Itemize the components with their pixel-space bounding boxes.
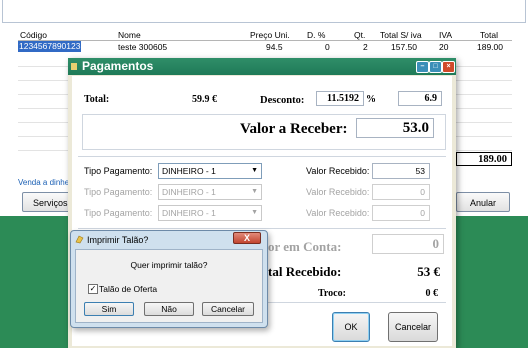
close-icon[interactable]: X xyxy=(233,232,261,244)
valor-recebido-field-2[interactable]: 0 xyxy=(372,184,430,200)
col-preco[interactable]: Preço Uni. xyxy=(250,30,290,40)
nao-button[interactable]: Não xyxy=(144,302,194,316)
talao-oferta-checkbox[interactable]: ✓ xyxy=(88,284,98,294)
troco-value: 0 € xyxy=(425,288,439,299)
troco-label: Troco: xyxy=(318,288,346,299)
sim-button[interactable]: Sim xyxy=(84,302,134,316)
cancelar-button[interactable]: Cancelar xyxy=(388,312,438,342)
anular-button[interactable]: Anular xyxy=(456,192,510,212)
imprimir-body: Quer imprimir talão? ✓ Talão de Oferta S… xyxy=(75,249,263,323)
percent-sign: % xyxy=(366,94,376,105)
app-icon xyxy=(71,63,77,70)
tipo-pagamento-select-1[interactable]: DINHEIRO - 1 ▼ xyxy=(158,163,262,179)
imprimir-talao-dialog: Imprimir Talão? X Quer imprimir talão? ✓… xyxy=(70,230,268,328)
cell-codigo[interactable]: 1234567890123 xyxy=(18,41,82,52)
total-value: 59.9 € xyxy=(192,94,217,105)
talao-oferta-label[interactable]: Talão de Oferta xyxy=(99,284,157,294)
cell-qt[interactable]: 2 xyxy=(363,42,368,52)
total-label: Total: xyxy=(84,94,110,105)
ok-button[interactable]: OK xyxy=(332,312,370,342)
col-desconto[interactable]: D. % xyxy=(307,30,325,40)
cell-preco[interactable]: 94.5 xyxy=(266,42,283,52)
cell-total-s-iva[interactable]: 157.50 xyxy=(391,42,417,52)
valor-conta-label: or em Conta: xyxy=(268,239,342,254)
col-total-s-iva[interactable]: Total S/ iva xyxy=(380,30,422,40)
total-recebido-label: tal Recebido: xyxy=(268,264,342,279)
grid-header: Código Nome Preço Uni. D. % Qt. Total S/… xyxy=(18,30,512,41)
valor-recebido-label-2: Valor Recebido: xyxy=(306,187,370,197)
desconto-label: Desconto: xyxy=(260,95,305,106)
valor-recebido-label-3: Valor Recebido: xyxy=(306,208,370,218)
tipo-pagamento-select-3[interactable]: DINHEIRO - 1 ▼ xyxy=(158,205,262,221)
printer-icon xyxy=(75,235,84,244)
tipo-pagamento-label-1: Tipo Pagamento: xyxy=(84,166,153,176)
valor-conta-field[interactable]: 0 xyxy=(372,234,444,254)
chevron-down-icon: ▼ xyxy=(251,167,258,174)
imprimir-question: Quer imprimir talão? xyxy=(130,260,208,270)
pagamentos-title-bar[interactable]: Pagamentos – □ × xyxy=(68,58,456,75)
divider xyxy=(78,156,446,157)
col-nome[interactable]: Nome xyxy=(118,30,141,40)
valor-receber-field: 53.0 xyxy=(356,118,434,138)
pagamentos-title: Pagamentos xyxy=(82,59,154,73)
desconto-pct-field[interactable]: 11.5192 xyxy=(316,91,364,106)
chevron-down-icon: ▼ xyxy=(251,188,258,195)
imprimir-title: Imprimir Talão? xyxy=(87,235,149,245)
cell-iva[interactable]: 20 xyxy=(439,42,448,52)
cancelar-talao-button[interactable]: Cancelar xyxy=(202,302,254,316)
col-iva[interactable]: IVA xyxy=(439,30,452,40)
chevron-down-icon: ▼ xyxy=(251,209,258,216)
tipo-pagamento-value-3: DINHEIRO - 1 xyxy=(162,208,216,218)
table-row[interactable]: 1234567890123 teste 300605 94.5 0 2 157.… xyxy=(18,41,512,53)
col-total[interactable]: Total xyxy=(480,30,498,40)
tipo-pagamento-value-1: DINHEIRO - 1 xyxy=(162,166,216,176)
tipo-pagamento-label-3: Tipo Pagamento: xyxy=(84,208,153,218)
minimize-icon[interactable]: – xyxy=(416,61,429,73)
cell-nome[interactable]: teste 300605 xyxy=(118,42,167,52)
cell-desconto[interactable]: 0 xyxy=(325,42,330,52)
close-icon[interactable]: × xyxy=(442,61,455,73)
tipo-pagamento-value-2: DINHEIRO - 1 xyxy=(162,187,216,197)
valor-recebido-field-1[interactable]: 53 xyxy=(372,163,430,179)
tipo-pagamento-label-2: Tipo Pagamento: xyxy=(84,187,153,197)
divider xyxy=(78,228,446,229)
tipo-pagamento-select-2[interactable]: DINHEIRO - 1 ▼ xyxy=(158,184,262,200)
desconto-value-field[interactable]: 6.9 xyxy=(398,91,442,106)
valor-recebido-label-1: Valor Recebido: xyxy=(306,166,370,176)
valor-receber-label: Valor a Receber: xyxy=(240,121,348,137)
venda-label: Venda a dinhe xyxy=(18,178,70,187)
col-codigo[interactable]: Código xyxy=(20,30,47,40)
col-qt[interactable]: Qt. xyxy=(354,30,365,40)
top-panel xyxy=(2,0,526,23)
grand-total: 189.00 xyxy=(456,152,512,166)
total-recebido-value: 53 € xyxy=(417,264,440,279)
maximize-icon[interactable]: □ xyxy=(429,61,442,73)
cell-total[interactable]: 189.00 xyxy=(477,42,503,52)
valor-recebido-field-3[interactable]: 0 xyxy=(372,205,430,221)
